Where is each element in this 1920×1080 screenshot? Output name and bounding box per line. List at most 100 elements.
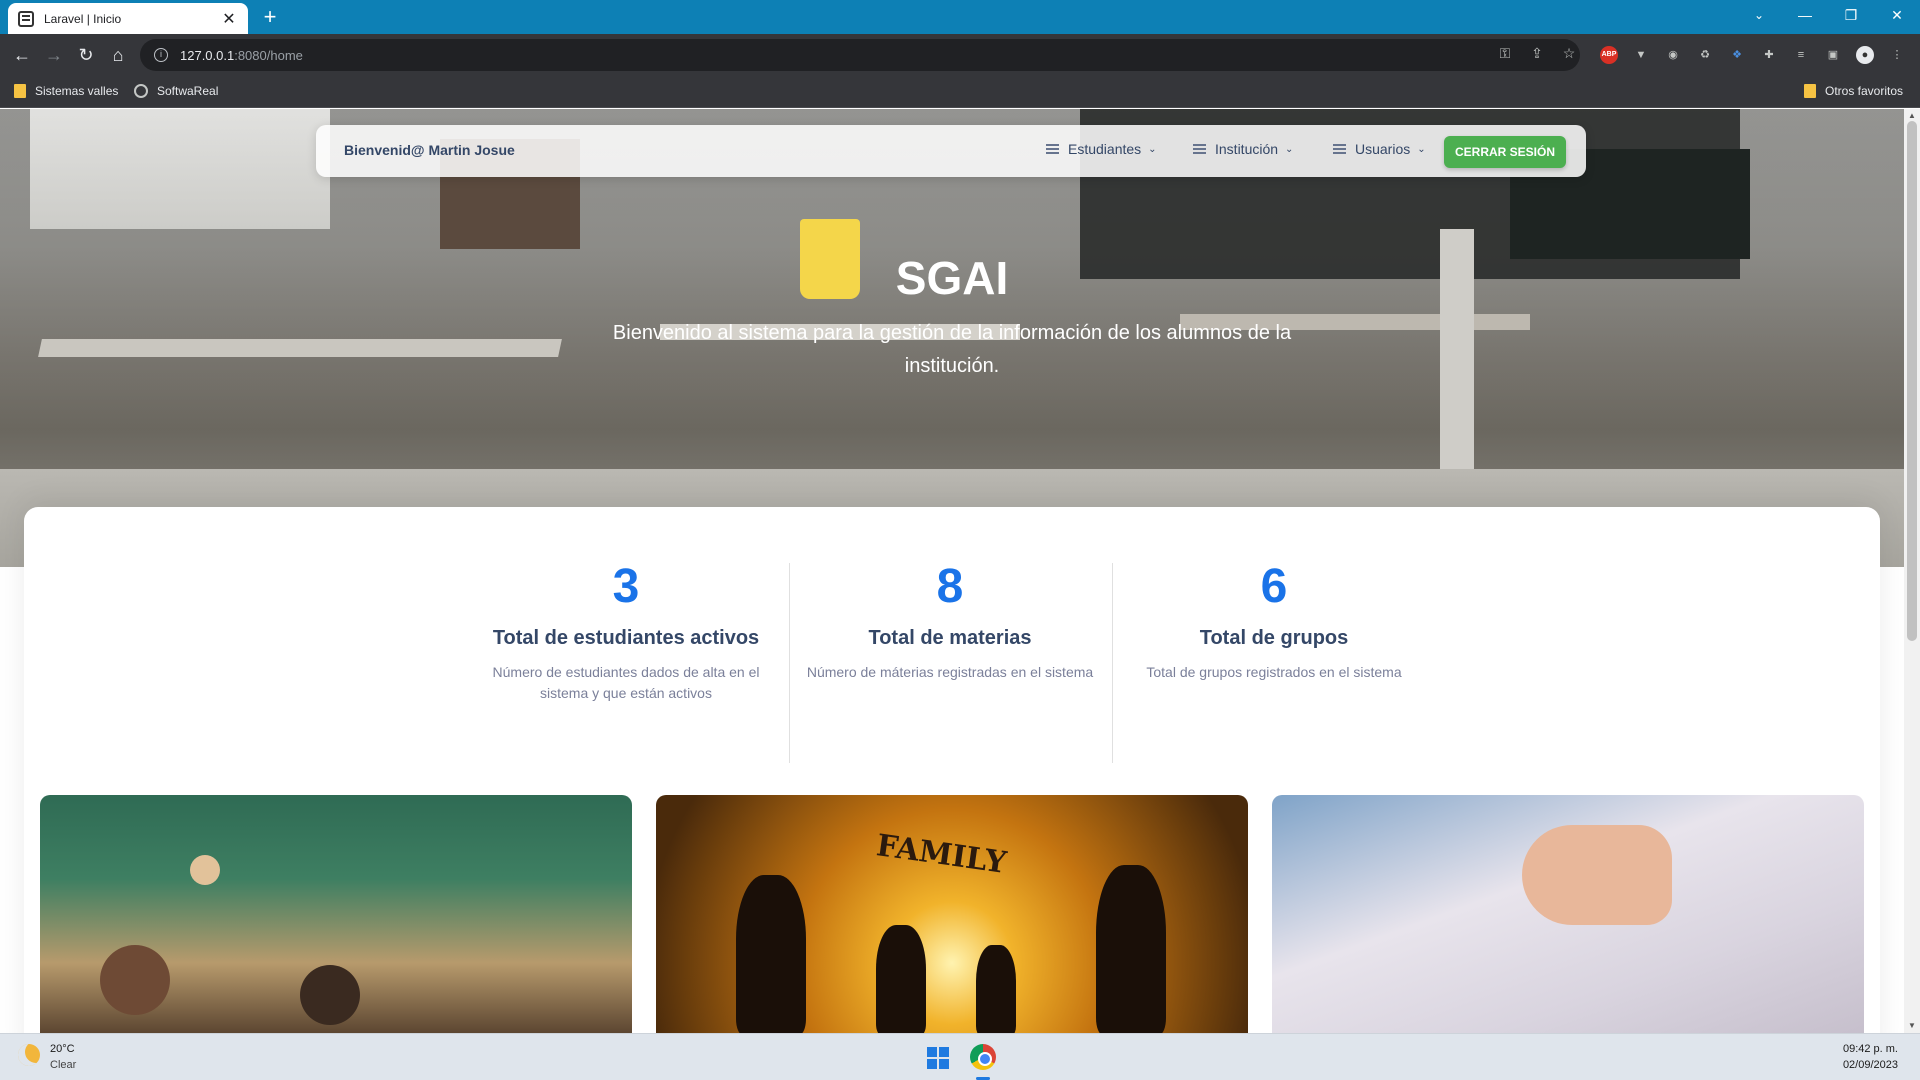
minimize-button[interactable]: — bbox=[1782, 0, 1828, 30]
share-icon[interactable]: ⇪ bbox=[1528, 44, 1546, 62]
nav-institucion-dropdown[interactable]: Institución ⌄ bbox=[1193, 141, 1293, 157]
stat-divider bbox=[789, 563, 790, 763]
chevron-down-icon: ⌄ bbox=[1417, 143, 1426, 155]
bookmark-softwareal[interactable]: SoftwaReal bbox=[134, 84, 218, 98]
nav-label: Institución bbox=[1215, 141, 1279, 157]
classroom-photo bbox=[40, 795, 632, 1033]
folder-icon bbox=[1804, 84, 1816, 98]
reload-icon[interactable]: ↻ bbox=[74, 43, 98, 67]
photo-hand bbox=[1522, 825, 1672, 925]
photo-silhouette bbox=[736, 875, 806, 1033]
weather-condition[interactable]: Clear bbox=[50, 1059, 76, 1071]
close-window-button[interactable]: ✕ bbox=[1874, 0, 1920, 30]
clock-date[interactable]: 02/09/2023 bbox=[1843, 1059, 1898, 1071]
nav-label: Estudiantes bbox=[1068, 141, 1142, 157]
chrome-taskbar-icon[interactable] bbox=[970, 1044, 996, 1070]
recycle-extension-icon[interactable]: ♻ bbox=[1696, 46, 1714, 64]
url-host: 127.0.0.1 bbox=[180, 47, 235, 63]
bookmark-sistemas-valles[interactable]: Sistemas valles bbox=[14, 84, 118, 98]
back-icon[interactable]: ← bbox=[10, 43, 34, 67]
browser-tab[interactable]: Laravel | Inicio ✕ bbox=[8, 3, 248, 34]
photo-student-head bbox=[300, 965, 360, 1025]
logout-button[interactable]: CERRAR SESIÓN bbox=[1444, 136, 1566, 168]
password-key-icon[interactable]: ⚿ bbox=[1496, 44, 1514, 62]
bookmarks-bar: Sistemas valles SoftwaReal Otros favorit… bbox=[0, 76, 1920, 108]
adblock-extension-icon[interactable]: ABP bbox=[1600, 46, 1618, 64]
dropbox-extension-icon[interactable]: ❖ bbox=[1728, 46, 1746, 64]
menu-icon bbox=[1333, 144, 1346, 154]
photo-silhouette bbox=[876, 925, 926, 1033]
scrollbar-thumb[interactable] bbox=[1907, 121, 1917, 641]
exam-photo bbox=[1272, 795, 1864, 1033]
tab-search-icon[interactable]: ⌄ bbox=[1736, 0, 1782, 30]
stat-label: Total de grupos bbox=[1199, 627, 1349, 649]
windows-taskbar: 20°C Clear 09:42 p. m. 02/09/2023 bbox=[0, 1033, 1920, 1080]
photo-silhouette bbox=[976, 945, 1016, 1033]
home-icon[interactable]: ⌂ bbox=[106, 43, 130, 67]
stat-divider bbox=[1112, 563, 1113, 763]
hero-bg-desk bbox=[38, 339, 562, 357]
cast-extension-icon[interactable]: ◉ bbox=[1664, 46, 1682, 64]
stat-label: Total de estudiantes activos bbox=[492, 627, 760, 649]
chevron-down-icon: ⌄ bbox=[1148, 143, 1157, 155]
moon-weather-icon[interactable] bbox=[18, 1044, 40, 1066]
stats-card: 3 Total de estudiantes activos Número de… bbox=[24, 507, 1880, 1033]
photo-teacher-head bbox=[190, 855, 220, 885]
chevron-down-icon: ⌄ bbox=[1285, 143, 1294, 155]
hero-bg-window bbox=[30, 109, 330, 229]
profile-avatar-icon[interactable]: ● bbox=[1856, 46, 1874, 64]
stat-label: Total de materias bbox=[868, 627, 1032, 649]
weather-temperature[interactable]: 20°C bbox=[50, 1043, 75, 1055]
stat-description: Total de grupos registrados en el sistem… bbox=[1146, 664, 1402, 680]
address-bar[interactable]: i 127.0.0.1 :8080/home bbox=[140, 39, 1580, 71]
page-scrollbar[interactable]: ▲ ▼ bbox=[1904, 109, 1920, 1033]
stat-subjects: 8 Total de materias Número de máterias r… bbox=[800, 559, 1100, 683]
bookmark-label: SoftwaReal bbox=[157, 84, 219, 98]
url-path: :8080/home bbox=[234, 47, 303, 63]
folder-icon bbox=[14, 84, 26, 98]
stat-value: 3 bbox=[612, 560, 640, 613]
tab-bar: Laravel | Inicio ✕ + ⌄ — ❐ ✕ bbox=[0, 0, 1920, 34]
stat-students: 3 Total de estudiantes activos Número de… bbox=[476, 559, 776, 704]
other-favorites[interactable]: Otros favoritos bbox=[1804, 84, 1903, 98]
nav-label: Usuarios bbox=[1355, 141, 1411, 157]
chrome-menu-icon[interactable]: ⋮ bbox=[1888, 46, 1906, 64]
stat-value: 8 bbox=[936, 560, 964, 613]
v-extension-icon[interactable]: ▼ bbox=[1632, 46, 1650, 64]
top-navbar: Bienvenid@ Martin Josue Estudiantes ⌄ In… bbox=[316, 125, 1586, 177]
stat-description: Número de estudiantes dados de alta en e… bbox=[492, 664, 760, 701]
nav-estudiantes-dropdown[interactable]: Estudiantes ⌄ bbox=[1046, 141, 1157, 157]
nav-usuarios-dropdown[interactable]: Usuarios ⌄ bbox=[1333, 141, 1426, 157]
windows-start-icon[interactable] bbox=[927, 1047, 949, 1069]
tab-title: Laravel | Inicio bbox=[44, 11, 122, 26]
tab-close-icon[interactable]: ✕ bbox=[220, 9, 238, 29]
stat-groups: 6 Total de grupos Total de grupos regist… bbox=[1124, 559, 1424, 683]
welcome-text: Bienvenid@ Martin Josue bbox=[344, 142, 515, 158]
bookmark-star-icon[interactable]: ☆ bbox=[1560, 44, 1578, 62]
scroll-up-icon[interactable]: ▲ bbox=[1907, 111, 1917, 121]
new-tab-button[interactable]: + bbox=[258, 5, 282, 29]
menu-icon bbox=[1193, 144, 1206, 154]
photo-silhouette bbox=[1096, 865, 1166, 1033]
restore-button[interactable]: ❐ bbox=[1828, 0, 1874, 30]
stat-description: Número de máterias registradas en el sis… bbox=[806, 664, 1094, 680]
hero-title: SGAI bbox=[895, 252, 1009, 304]
hero-subtitle: Bienvenido al sistema para la gestión de… bbox=[612, 322, 1292, 377]
family-banner-text: FAMILY bbox=[874, 828, 1009, 881]
forward-icon[interactable]: → bbox=[42, 43, 66, 67]
media-control-icon[interactable]: ≡ bbox=[1792, 46, 1810, 64]
tab-favicon-icon bbox=[18, 10, 34, 27]
photo-student-head bbox=[100, 945, 170, 1015]
extensions-puzzle-icon[interactable]: ✚ bbox=[1760, 46, 1778, 64]
side-panel-icon[interactable]: ▣ bbox=[1824, 46, 1842, 64]
site-info-icon[interactable]: i bbox=[154, 48, 168, 62]
menu-icon bbox=[1046, 144, 1059, 154]
clock-time[interactable]: 09:42 p. m. bbox=[1843, 1043, 1898, 1055]
other-favorites-label: Otros favoritos bbox=[1825, 84, 1904, 98]
bookmark-label: Sistemas valles bbox=[35, 84, 119, 98]
stat-value: 6 bbox=[1260, 560, 1288, 613]
globe-icon bbox=[134, 84, 148, 98]
hero-section: SGAI Bienvenido al sistema para la gesti… bbox=[0, 109, 1904, 567]
family-photo: FAMILY bbox=[656, 795, 1248, 1033]
scroll-down-icon[interactable]: ▼ bbox=[1907, 1021, 1917, 1031]
